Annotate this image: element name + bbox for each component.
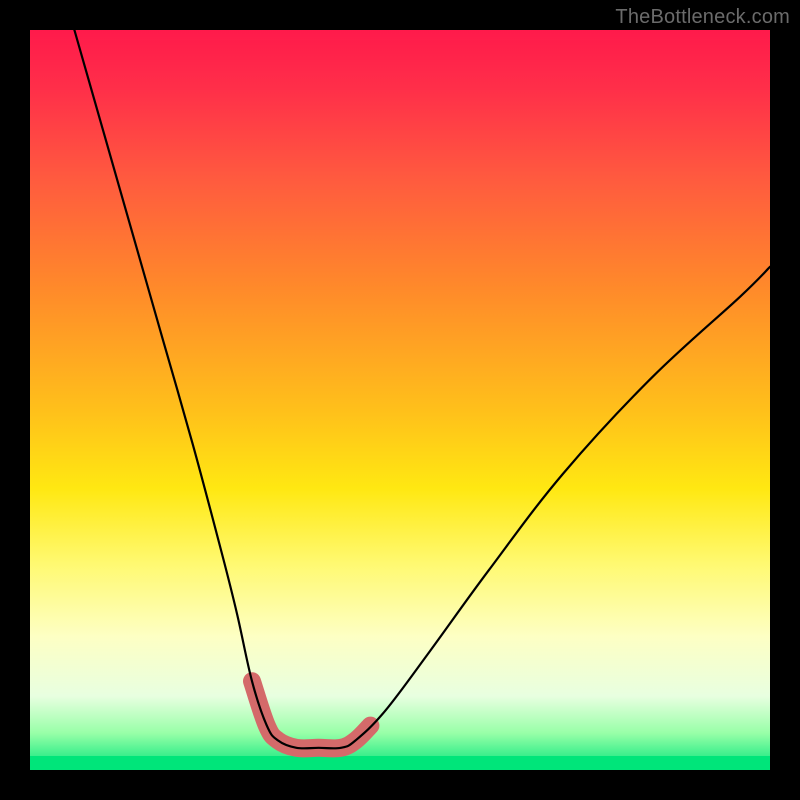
plot-area — [30, 30, 770, 770]
watermark-text: TheBottleneck.com — [615, 6, 790, 29]
chart-frame: TheBottleneck.com — [0, 0, 800, 800]
curve-svg — [30, 30, 770, 770]
valley-accent-path — [252, 681, 370, 748]
bottleneck-curve — [74, 30, 770, 748]
